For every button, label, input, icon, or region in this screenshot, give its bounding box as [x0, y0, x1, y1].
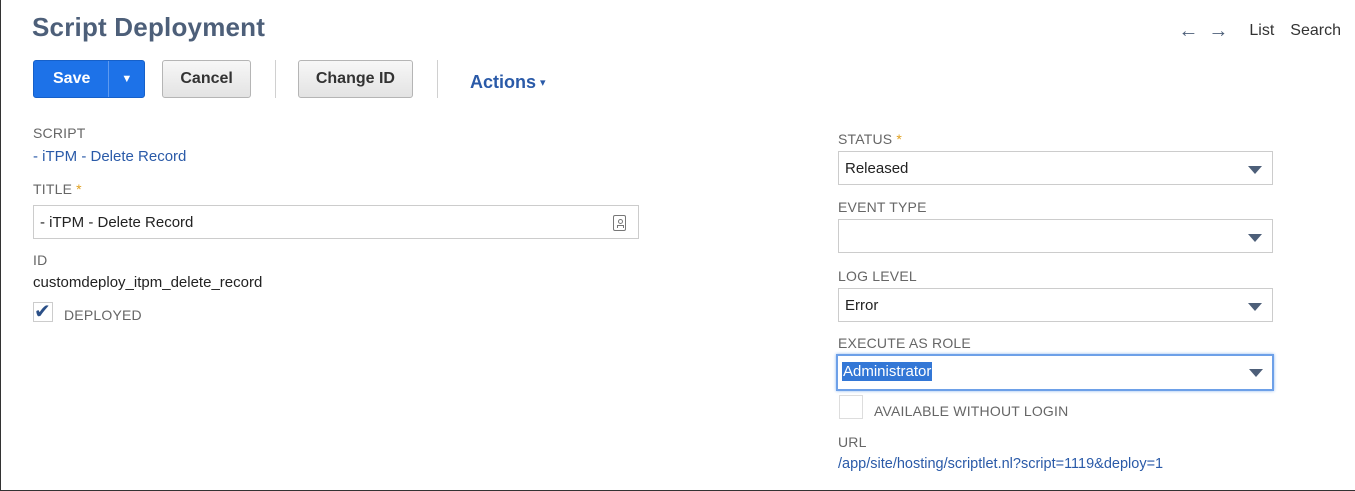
event-type-select[interactable]	[838, 219, 1273, 253]
arrow-left-icon[interactable]: ←	[1173, 18, 1203, 44]
dropdown-arrow-icon	[1248, 166, 1262, 174]
log-level-label: LOG LEVEL	[838, 268, 917, 284]
actions-menu[interactable]: Actions ▾	[470, 66, 546, 93]
deployed-label: DEPLOYED	[64, 307, 142, 323]
required-asterisk: *	[896, 131, 903, 147]
cancel-button[interactable]: Cancel	[162, 60, 251, 98]
toolbar: Save ▼ Cancel Change ID Actions ▾	[33, 59, 546, 99]
log-level-select[interactable]: Error	[838, 288, 1273, 322]
event-type-label: EVENT TYPE	[838, 199, 927, 215]
id-value: customdeploy_itpm_delete_record	[33, 274, 263, 291]
title-label: TITLE *	[33, 181, 82, 197]
toolbar-divider	[274, 60, 276, 98]
title-field-value: - iTPM - Delete Record	[40, 214, 194, 231]
caret-down-icon: ▾	[539, 76, 546, 89]
save-split-button: Save ▼	[33, 60, 146, 98]
title-field[interactable]: - iTPM - Delete Record	[33, 205, 639, 239]
status-label-text: STATUS	[838, 131, 893, 147]
title-label-text: TITLE	[33, 181, 73, 197]
available-without-login-label: AVAILABLE WITHOUT LOGIN	[874, 403, 1069, 419]
field-help-icon[interactable]	[613, 215, 626, 231]
script-link[interactable]: - iTPM - Delete Record	[33, 148, 186, 165]
dropdown-arrow-icon	[1248, 234, 1262, 242]
list-link[interactable]: List	[1249, 18, 1274, 44]
deployed-checkbox[interactable]: ✔	[33, 301, 53, 323]
checkmark-icon: ✔	[34, 301, 51, 323]
script-label: SCRIPT	[33, 125, 86, 141]
id-label: ID	[33, 252, 48, 268]
available-without-login-checkbox[interactable]	[839, 395, 863, 419]
status-select-value: Released	[845, 160, 909, 177]
save-menu-dropdown-icon[interactable]: ▼	[108, 61, 144, 97]
save-button[interactable]: Save	[34, 61, 108, 97]
toolbar-divider	[436, 60, 438, 98]
status-label: STATUS *	[838, 131, 902, 147]
arrow-right-icon[interactable]: →	[1203, 18, 1233, 44]
dropdown-arrow-icon	[1248, 303, 1262, 311]
execute-as-role-label: EXECUTE AS ROLE	[838, 335, 971, 351]
dropdown-arrow-icon	[1249, 369, 1263, 377]
change-id-button[interactable]: Change ID	[297, 60, 413, 98]
execute-as-role-select[interactable]: Administrator	[836, 354, 1274, 391]
required-asterisk: *	[76, 181, 82, 197]
url-link[interactable]: /app/site/hosting/scriptlet.nl?script=11…	[838, 456, 1163, 472]
log-level-select-value: Error	[845, 297, 879, 314]
record-navigation: ← → List Search	[1173, 18, 1341, 44]
actions-label: Actions	[469, 71, 536, 92]
url-label: URL	[838, 434, 867, 450]
page-title: Script Deployment	[32, 12, 266, 42]
status-select[interactable]: Released	[838, 151, 1273, 185]
search-link[interactable]: Search	[1290, 18, 1341, 44]
execute-as-role-select-value: Administrator	[842, 362, 933, 381]
